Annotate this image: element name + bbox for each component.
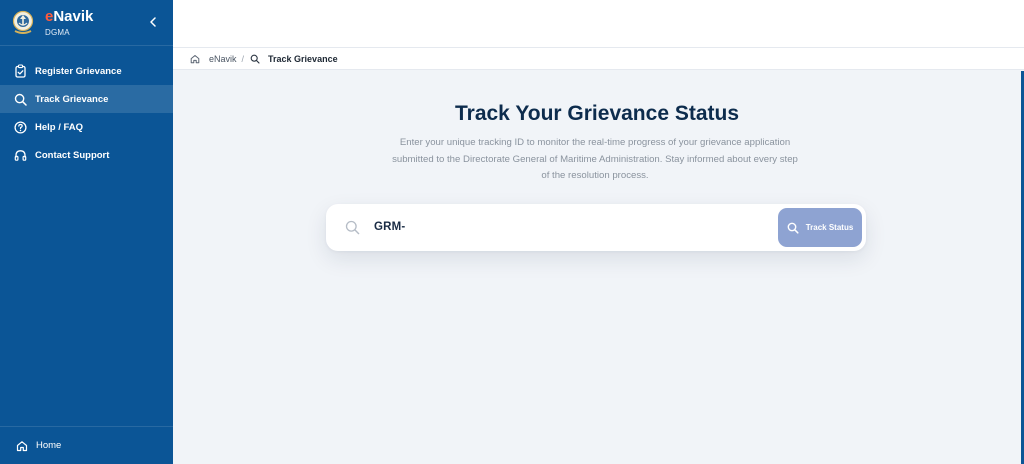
sidebar-item-label: Register Grievance bbox=[35, 65, 122, 77]
breadcrumb-root-link[interactable]: eNavik bbox=[209, 54, 237, 64]
sidebar: eNavik DGMA Register Grievance Track Gri… bbox=[0, 0, 173, 464]
breadcrumb: eNavik / Track Grievance bbox=[173, 47, 1024, 70]
help-circle-icon bbox=[13, 120, 27, 134]
search-icon bbox=[13, 92, 27, 106]
chevron-left-icon bbox=[150, 17, 156, 27]
main-content: Track Your Grievance Status Enter your u… bbox=[173, 71, 1021, 464]
breadcrumb-current: Track Grievance bbox=[268, 53, 338, 64]
sidebar-item-home[interactable]: Home bbox=[0, 426, 173, 464]
collapse-sidebar-button[interactable] bbox=[147, 15, 159, 29]
dgma-emblem-icon bbox=[11, 9, 35, 37]
page-title: Track Your Grievance Status bbox=[454, 102, 740, 125]
track-status-button[interactable]: Track Status bbox=[778, 208, 862, 247]
home-icon[interactable] bbox=[190, 54, 200, 64]
home-icon bbox=[16, 440, 28, 452]
headphones-icon bbox=[13, 148, 27, 162]
sidebar-item-label: Contact Support bbox=[35, 149, 110, 161]
brand-subtitle: DGMA bbox=[45, 27, 70, 37]
sidebar-item-track-grievance[interactable]: Track Grievance bbox=[0, 85, 173, 113]
tracking-search-bar: Track Status bbox=[326, 204, 866, 251]
clipboard-check-icon bbox=[13, 64, 27, 78]
tracking-id-input[interactable] bbox=[374, 213, 764, 241]
sidebar-item-label: Help / FAQ bbox=[35, 121, 84, 133]
sidebar-item-register-grievance[interactable]: Register Grievance bbox=[0, 57, 173, 85]
brand-header: eNavik DGMA bbox=[0, 0, 173, 46]
brand-text: eNavik DGMA bbox=[45, 9, 93, 37]
brand-name[interactable]: eNavik bbox=[45, 9, 93, 24]
brand-name-rest: Navik bbox=[53, 7, 94, 25]
search-icon bbox=[787, 222, 799, 234]
sidebar-footer-label: Home bbox=[36, 440, 62, 451]
sidebar-item-contact-support[interactable]: Contact Support bbox=[0, 141, 173, 169]
sidebar-item-label: Track Grievance bbox=[35, 93, 109, 105]
top-bar bbox=[173, 0, 1024, 47]
search-icon bbox=[344, 219, 360, 235]
sidebar-item-help-faq[interactable]: Help / FAQ bbox=[0, 113, 173, 141]
breadcrumb-separator: / bbox=[241, 53, 245, 64]
track-status-label: Track Status bbox=[805, 223, 854, 232]
page-description: Enter your unique tracking ID to monitor… bbox=[392, 137, 798, 181]
search-icon bbox=[250, 54, 260, 64]
sidebar-nav: Register Grievance Track Grievance Help … bbox=[0, 57, 173, 169]
